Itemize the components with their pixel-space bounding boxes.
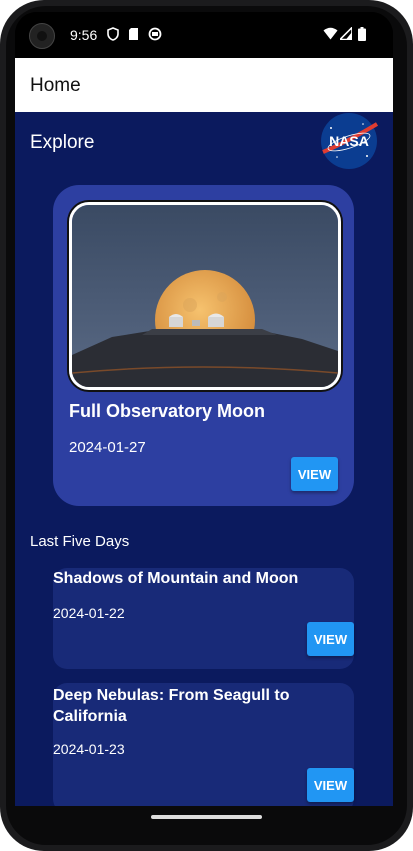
phone-frame: 9:56 Home Explore NASA Full Observatory … xyxy=(0,0,413,851)
sync-icon xyxy=(148,27,162,44)
last-five-days-heading: Last Five Days xyxy=(30,533,130,550)
list-item-date: 2024-01-23 xyxy=(53,741,125,757)
featured-view-button[interactable]: VIEW xyxy=(291,457,338,491)
status-bar: 9:56 xyxy=(15,12,393,58)
featured-title: Full Observatory Moon xyxy=(69,401,266,421)
list-item[interactable]: Deep Nebulas: From Seagull to California… xyxy=(53,683,354,806)
list-item-title: Shadows of Mountain and Moon xyxy=(53,570,299,587)
battery-icon xyxy=(358,27,366,44)
page-title: Home xyxy=(30,75,81,96)
list-item-view-button[interactable]: VIEW xyxy=(307,622,354,656)
list-item-view-button[interactable]: VIEW xyxy=(307,768,354,802)
nasa-logo: NASA xyxy=(317,112,381,170)
shield-icon xyxy=(107,27,119,44)
screen: 9:56 Home Explore NASA Full Observatory … xyxy=(15,12,393,806)
featured-date: 2024-01-27 xyxy=(69,439,146,456)
sd-card-icon xyxy=(128,27,139,44)
featured-card[interactable]: Full Observatory Moon 2024-01-27 VIEW xyxy=(53,185,354,506)
main-content[interactable]: Explore NASA Full Observatory Moon 2024-… xyxy=(15,112,393,806)
home-gesture-bar[interactable] xyxy=(151,815,262,819)
signal-icon xyxy=(338,25,353,43)
status-time: 9:56 xyxy=(70,27,98,43)
list-item-title: Deep Nebulas: From Seagull to California xyxy=(53,687,290,725)
list-item[interactable]: Shadows of Mountain and Moon 2024-01-22 … xyxy=(53,568,354,669)
app-bar: Home xyxy=(15,58,393,112)
front-camera xyxy=(29,23,55,49)
list-item-date: 2024-01-22 xyxy=(53,605,125,621)
explore-heading: Explore xyxy=(30,132,95,153)
wifi-icon xyxy=(323,27,338,43)
featured-image[interactable] xyxy=(69,202,341,390)
nasa-logo-text: NASA xyxy=(329,133,369,149)
